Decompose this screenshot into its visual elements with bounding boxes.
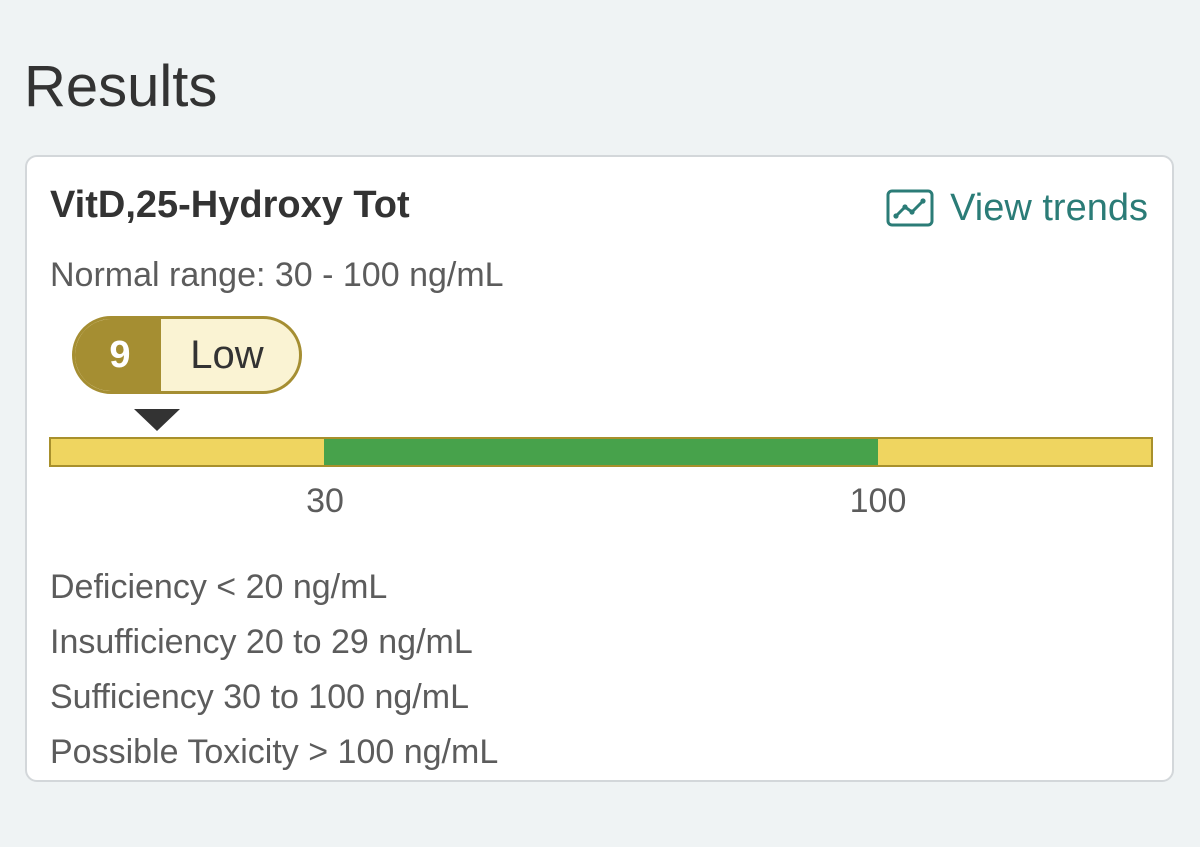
range-segment-normal xyxy=(324,439,878,465)
range-segment-low xyxy=(51,439,324,465)
result-flag: Low xyxy=(190,332,264,377)
reference-note: Deficiency < 20 ng/mL xyxy=(50,568,388,606)
result-card: VitD,25-Hydroxy Tot View trends Normal r… xyxy=(25,155,1174,782)
reference-note: Insufficiency 20 to 29 ng/mL xyxy=(50,623,473,661)
result-value-badge: 9 Low xyxy=(72,316,302,394)
result-value: 9 xyxy=(75,319,161,391)
reference-range-bar xyxy=(49,437,1153,467)
range-tick-high: 100 xyxy=(849,482,907,520)
trend-chart-icon xyxy=(886,189,934,227)
reference-note: Possible Toxicity > 100 ng/mL xyxy=(50,733,499,771)
reference-notes: Deficiency < 20 ng/mL Insufficiency 20 t… xyxy=(50,560,498,780)
range-tick-low: 30 xyxy=(306,482,344,520)
view-trends-link[interactable]: View trends xyxy=(886,185,1148,231)
range-segment-high xyxy=(878,439,1151,465)
reference-note: Sufficiency 30 to 100 ng/mL xyxy=(50,678,469,716)
view-trends-label: View trends xyxy=(950,186,1148,229)
page-title: Results xyxy=(24,54,218,119)
value-marker-icon xyxy=(134,409,180,431)
test-name: VitD,25-Hydroxy Tot xyxy=(50,184,410,226)
normal-range-text: Normal range: 30 - 100 ng/mL xyxy=(50,256,504,294)
